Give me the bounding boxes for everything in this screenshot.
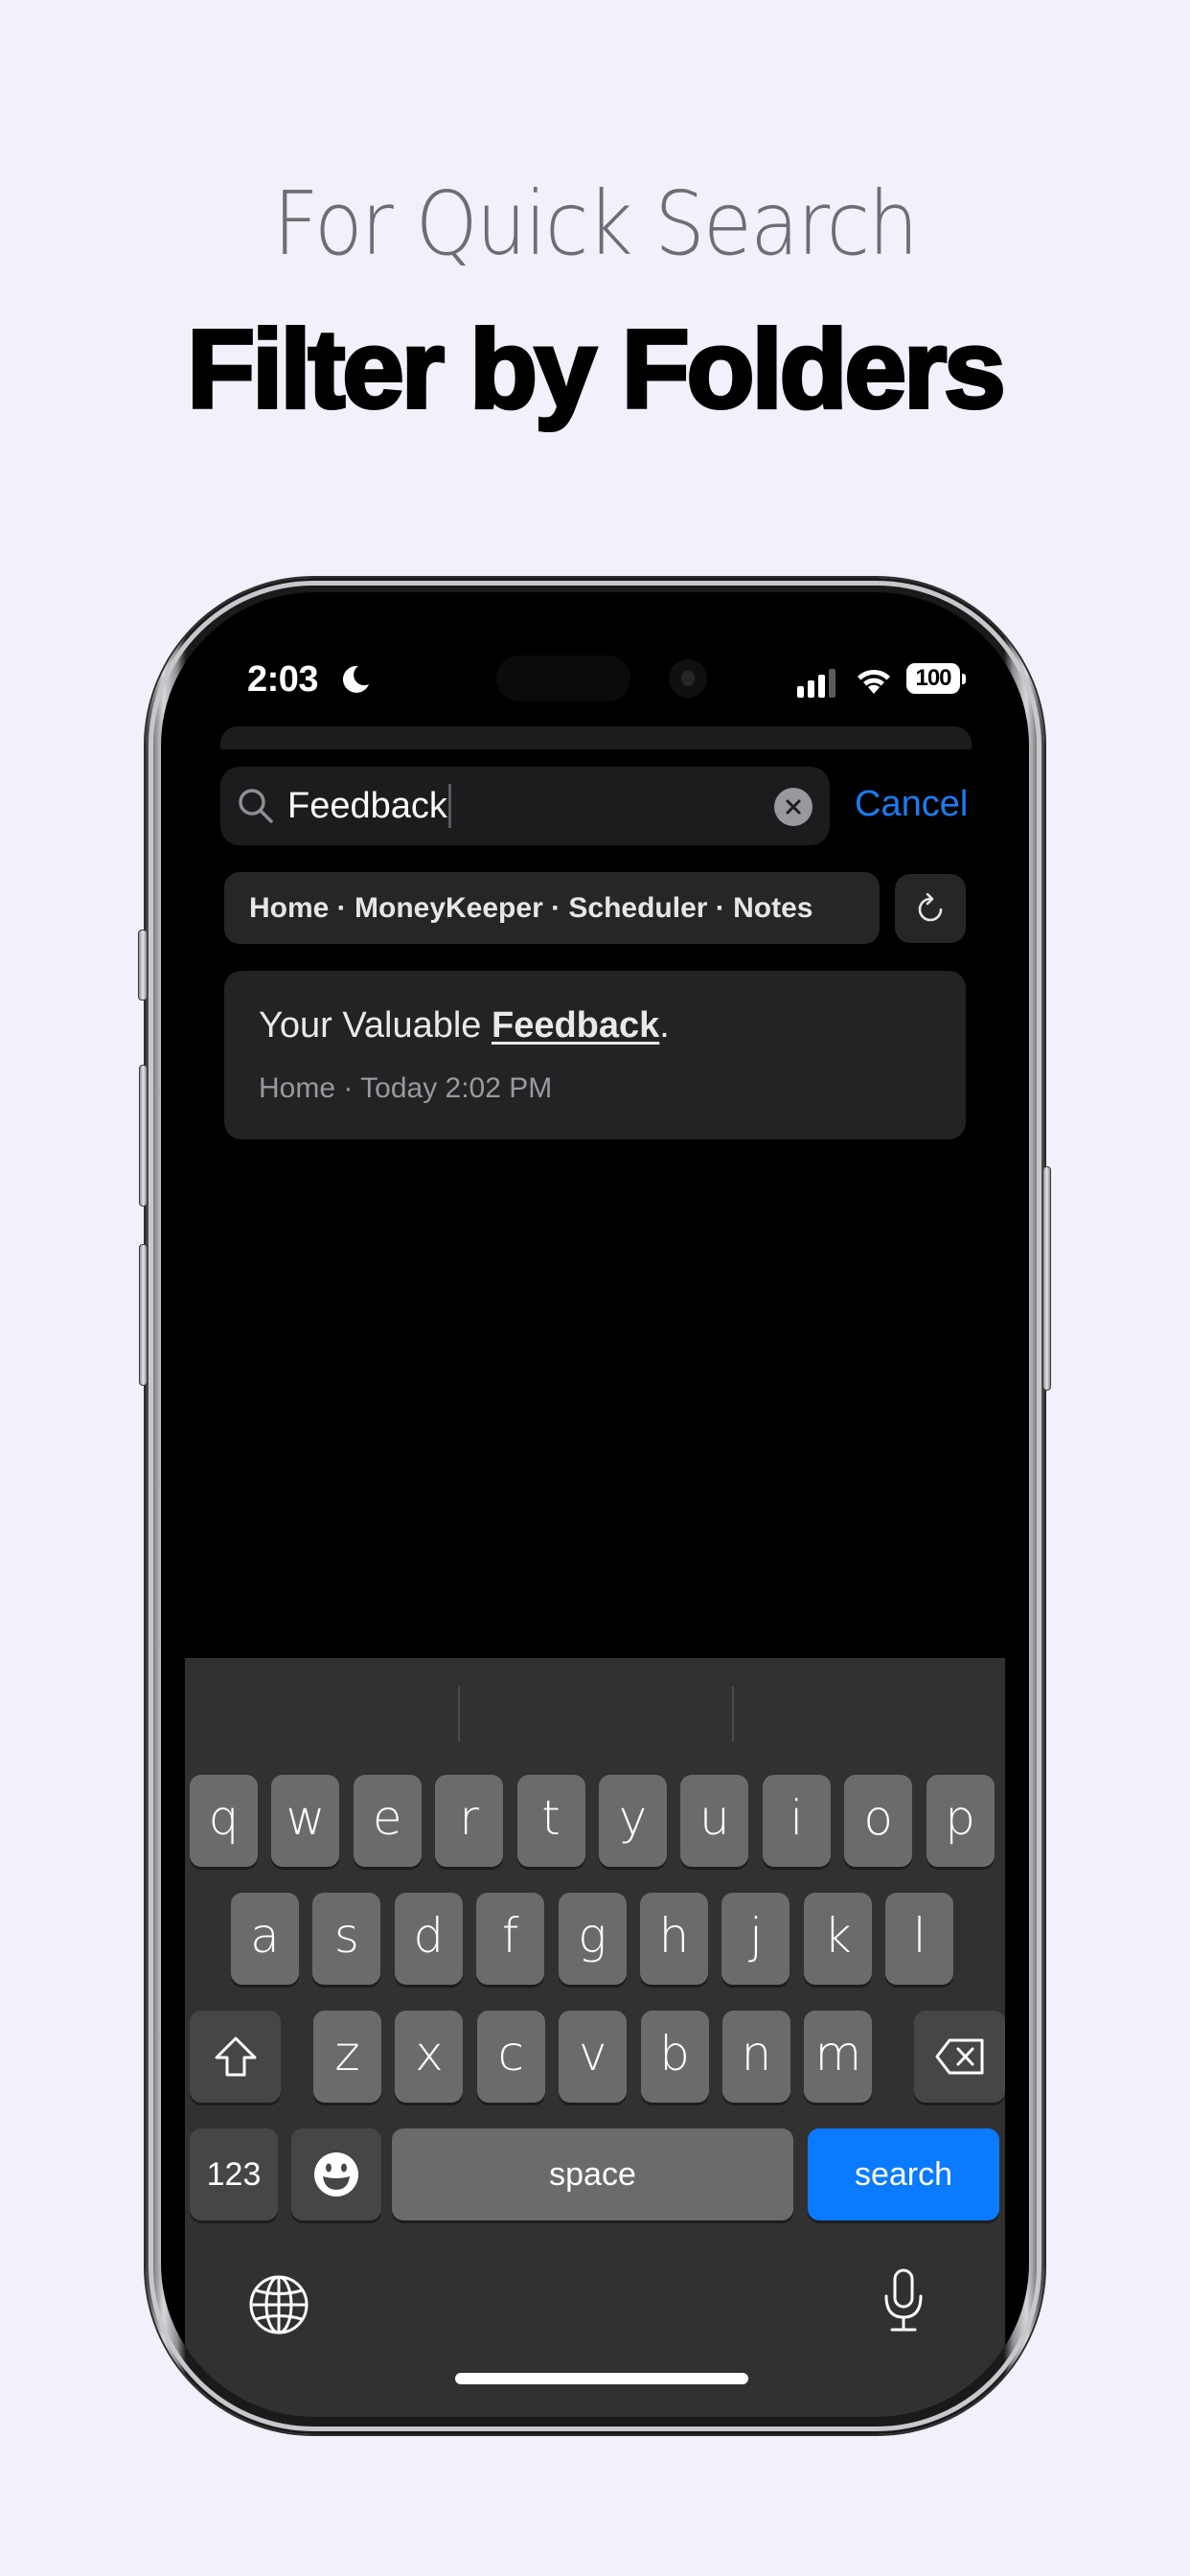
front-camera bbox=[669, 659, 707, 698]
key-x[interactable]: x bbox=[395, 2011, 464, 2103]
key-k[interactable]: k bbox=[803, 1893, 872, 1985]
refresh-button[interactable] bbox=[895, 874, 966, 943]
emoji-key[interactable] bbox=[291, 2128, 381, 2220]
folder-filter-chip[interactable]: Home · MoneyKeeper · Scheduler · Notes bbox=[224, 872, 880, 944]
key-p[interactable]: p bbox=[926, 1775, 995, 1867]
refresh-icon bbox=[918, 893, 943, 922]
key-d[interactable]: d bbox=[394, 1893, 463, 1985]
shift-key[interactable] bbox=[190, 2011, 281, 2103]
key-i[interactable]: i bbox=[762, 1775, 831, 1867]
cancel-button[interactable]: Cancel bbox=[855, 780, 968, 828]
key-z[interactable]: z bbox=[313, 2011, 381, 2103]
result-title: Your Valuable Feedback. bbox=[259, 1005, 670, 1046]
home-indicator[interactable] bbox=[455, 2373, 748, 2384]
emoji-icon bbox=[314, 2152, 358, 2196]
cellular-signal-icon bbox=[797, 669, 835, 698]
search-value[interactable]: Feedback bbox=[287, 784, 451, 828]
key-c[interactable]: c bbox=[476, 2011, 545, 2103]
suggestion-divider bbox=[458, 1687, 460, 1742]
key-m[interactable]: m bbox=[804, 2011, 873, 2103]
key-r[interactable]: r bbox=[435, 1775, 504, 1867]
volume-down-button bbox=[139, 1244, 148, 1386]
key-j[interactable]: j bbox=[721, 1893, 790, 1985]
key-f[interactable]: f bbox=[476, 1893, 545, 1985]
status-time: 2:03 bbox=[247, 659, 319, 700]
key-w[interactable]: w bbox=[271, 1775, 340, 1867]
space-key[interactable]: space bbox=[392, 2128, 793, 2220]
search-key[interactable]: search bbox=[808, 2128, 999, 2220]
microphone-icon[interactable] bbox=[881, 2267, 927, 2334]
dynamic-island bbox=[496, 656, 630, 702]
wifi-icon bbox=[858, 669, 890, 694]
suggestion-divider bbox=[732, 1687, 734, 1742]
key-v[interactable]: v bbox=[559, 2011, 628, 2103]
header-placeholder bbox=[220, 726, 972, 749]
result-match-highlight: Feedback bbox=[491, 1005, 660, 1046]
search-result-item[interactable]: Your Valuable Feedback. Home · Today 2:0… bbox=[224, 971, 966, 1139]
key-n[interactable]: n bbox=[722, 2011, 790, 2103]
key-u[interactable]: u bbox=[680, 1775, 749, 1867]
key-y[interactable]: y bbox=[599, 1775, 667, 1867]
shift-icon bbox=[215, 2036, 256, 2077]
globe-icon[interactable] bbox=[248, 2274, 309, 2335]
phone-frame: 2:03 100 Feedback Cancel Home · MoneyKee… bbox=[138, 578, 1051, 2434]
hero-title: Filter by Folders bbox=[185, 305, 1007, 433]
key-t[interactable]: t bbox=[516, 1775, 585, 1867]
key-g[interactable]: g bbox=[558, 1893, 627, 1985]
search-icon bbox=[239, 789, 273, 823]
side-button bbox=[1042, 1166, 1051, 1391]
delete-backward-icon bbox=[935, 2038, 983, 2075]
action-button bbox=[138, 930, 148, 1000]
hero-subtitle: For Quick Search bbox=[273, 172, 919, 275]
key-b[interactable]: b bbox=[640, 2011, 709, 2103]
key-e[interactable]: e bbox=[353, 1775, 422, 1867]
moon-icon bbox=[342, 665, 369, 693]
search-input[interactable]: Feedback bbox=[220, 767, 830, 845]
result-meta: Home · Today 2:02 PM bbox=[259, 1072, 553, 1104]
volume-up-button bbox=[139, 1065, 148, 1207]
keyboard: qwertyuiop asdfghjkl zxcvbnm 123 space s… bbox=[185, 1658, 1005, 2417]
numbers-key[interactable]: 123 bbox=[190, 2128, 278, 2220]
key-a[interactable]: a bbox=[231, 1893, 299, 1985]
key-o[interactable]: o bbox=[844, 1775, 913, 1867]
key-l[interactable]: l bbox=[885, 1893, 954, 1985]
key-q[interactable]: q bbox=[190, 1775, 258, 1867]
screen: 2:03 100 Feedback Cancel Home · MoneyKee… bbox=[161, 592, 1029, 2417]
key-h[interactable]: h bbox=[640, 1893, 708, 1985]
battery-indicator: 100 bbox=[906, 663, 966, 694]
key-s[interactable]: s bbox=[312, 1893, 381, 1985]
backspace-key[interactable] bbox=[914, 2011, 1005, 2103]
clear-icon bbox=[786, 799, 801, 815]
clear-search-button[interactable] bbox=[774, 788, 812, 826]
text-caret bbox=[447, 784, 451, 828]
